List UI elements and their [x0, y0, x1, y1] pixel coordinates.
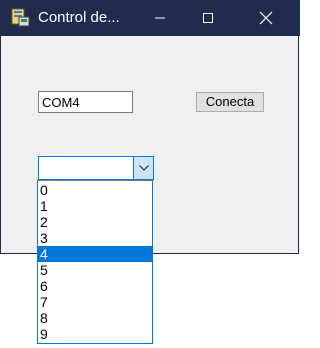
list-option[interactable]: 6 — [38, 278, 152, 294]
list-option[interactable]: 5 — [38, 262, 152, 278]
port-input[interactable] — [38, 91, 133, 113]
combobox-dropdown-button[interactable] — [133, 157, 153, 179]
chevron-down-icon — [138, 165, 149, 171]
list-option[interactable]: 9 — [38, 326, 152, 342]
maximize-icon — [203, 13, 213, 23]
window-title: Control de... — [38, 9, 120, 26]
list-option[interactable]: 0 — [38, 182, 152, 198]
combobox-dropdown-list[interactable]: 0 1 2 3 4 5 6 7 8 9 — [37, 180, 153, 344]
list-option[interactable]: 2 — [38, 214, 152, 230]
list-option[interactable]: 1 — [38, 198, 152, 214]
app-icon — [11, 8, 31, 28]
close-button[interactable] — [246, 0, 286, 36]
minimize-button[interactable] — [140, 0, 180, 36]
close-icon — [259, 11, 273, 25]
minimize-icon — [155, 17, 165, 19]
number-combobox[interactable] — [38, 156, 154, 180]
list-option[interactable]: 8 — [38, 310, 152, 326]
maximize-button[interactable] — [188, 0, 228, 36]
connect-button[interactable]: Conecta — [196, 92, 264, 112]
list-option[interactable]: 7 — [38, 294, 152, 310]
title-bar[interactable]: Control de... — [1, 0, 300, 36]
list-option[interactable]: 3 — [38, 230, 152, 246]
list-option-highlighted[interactable]: 4 — [38, 246, 152, 262]
